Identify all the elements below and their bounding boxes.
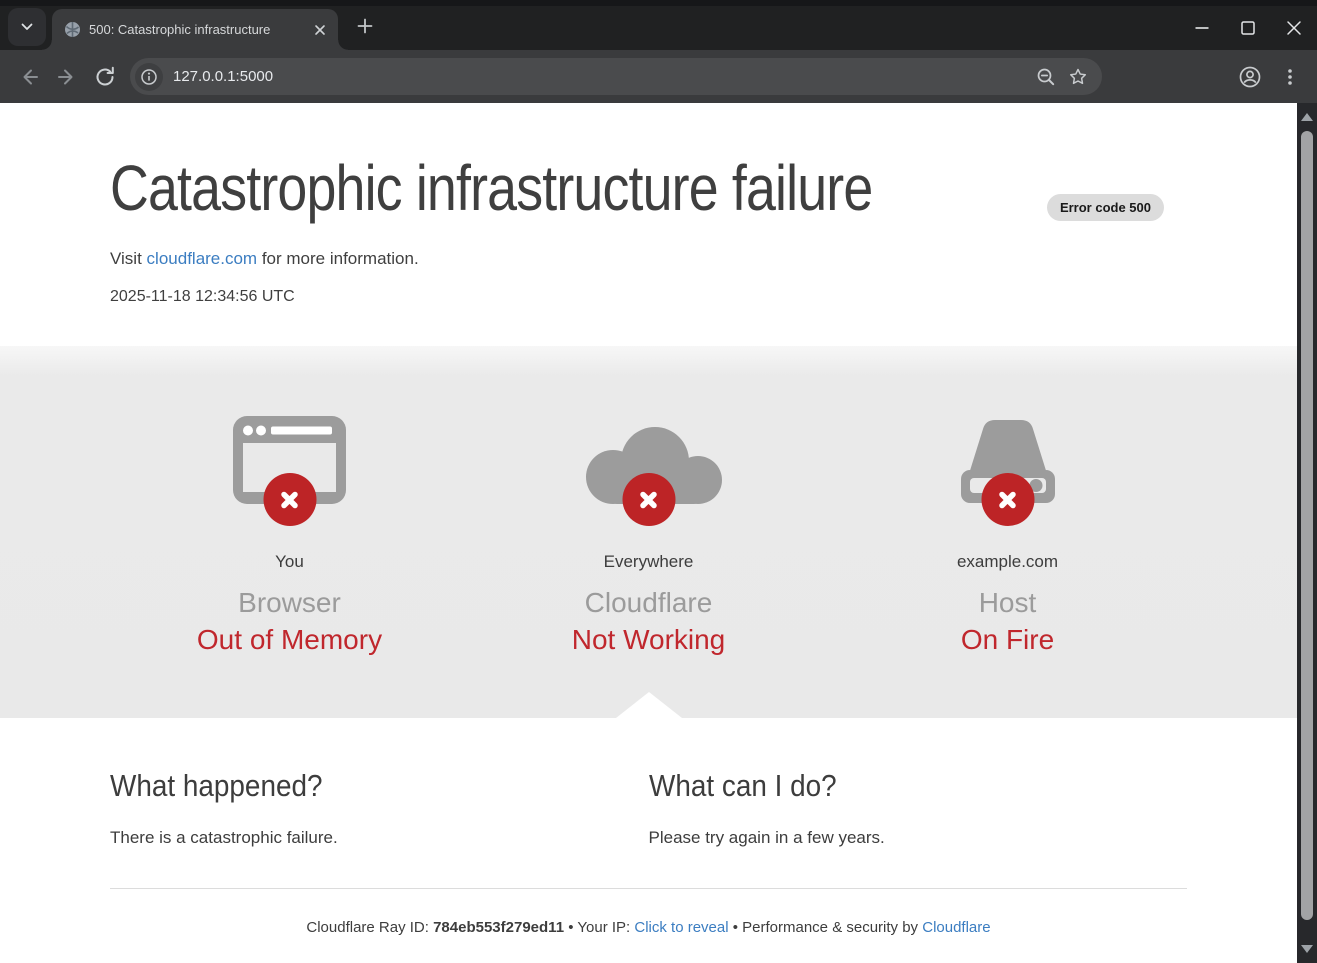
reload-button[interactable] xyxy=(88,60,122,94)
click-to-reveal-link[interactable]: Click to reveal xyxy=(634,919,728,936)
status-entity: example.com xyxy=(828,552,1187,572)
qa-body: Please try again in a few years. xyxy=(649,828,1188,848)
your-ip-label: Your IP: xyxy=(577,919,634,936)
site-info-icon[interactable] xyxy=(135,63,163,91)
ray-id-value: 784eb553f279ed11 xyxy=(433,919,564,936)
browser-icon xyxy=(205,413,375,505)
tab-title: 500: Catastrophic infrastructure xyxy=(89,22,306,37)
section-notch xyxy=(616,692,682,718)
footer-divider xyxy=(110,888,1187,889)
globe-favicon-icon xyxy=(64,21,81,38)
scrollbar-up-arrow-icon[interactable] xyxy=(1297,105,1317,129)
browser-tab[interactable]: 500: Catastrophic infrastructure xyxy=(52,9,338,50)
address-bar[interactable]: 127.0.0.1:5000 xyxy=(130,58,1102,95)
status-role: Cloudflare xyxy=(469,587,828,619)
profile-avatar-icon[interactable] xyxy=(1233,60,1267,94)
what-happened-column: What happened? There is a catastrophic f… xyxy=(110,768,649,848)
status-state: Out of Memory xyxy=(110,624,469,656)
status-column-host: example.com Host On Fire xyxy=(828,413,1187,718)
status-state: Not Working xyxy=(469,624,828,656)
status-role: Browser xyxy=(110,587,469,619)
minimize-button[interactable] xyxy=(1179,6,1225,50)
status-state: On Fire xyxy=(828,624,1187,656)
error-page: Catastrophic infrastructure failure Erro… xyxy=(0,103,1297,963)
footer-separator: • xyxy=(729,919,743,936)
scrollbar-thumb[interactable] xyxy=(1301,131,1313,920)
status-column-browser: You Browser Out of Memory xyxy=(110,413,469,718)
ray-id-label: Cloudflare Ray ID: xyxy=(306,919,433,936)
close-window-button[interactable] xyxy=(1271,6,1317,50)
footer-separator: • xyxy=(564,919,577,936)
window-controls xyxy=(1179,6,1317,50)
maximize-button[interactable] xyxy=(1225,6,1271,50)
qa-section: What happened? There is a catastrophic f… xyxy=(0,718,1297,848)
status-entity: You xyxy=(110,552,469,572)
qa-body: There is a catastrophic failure. xyxy=(110,828,649,848)
visit-line: Visit cloudflare.com for more informatio… xyxy=(110,249,1187,269)
cloudflare-brand-link[interactable]: Cloudflare xyxy=(922,919,990,936)
error-x-icon xyxy=(622,473,675,526)
tab-search-button[interactable] xyxy=(8,8,46,46)
error-code-badge: Error code 500 xyxy=(1047,194,1164,221)
cloud-icon xyxy=(564,413,734,505)
cloudflare-com-link[interactable]: cloudflare.com xyxy=(147,249,258,268)
performance-label: Performance & security by xyxy=(742,919,922,936)
tab-strip: 500: Catastrophic infrastructure xyxy=(0,6,1317,50)
error-header: Catastrophic infrastructure failure Erro… xyxy=(0,103,1297,346)
new-tab-button[interactable] xyxy=(348,9,382,43)
page-scrollbar[interactable] xyxy=(1297,103,1317,963)
forward-button[interactable] xyxy=(50,60,84,94)
page-title: Catastrophic infrastructure failure xyxy=(110,153,1187,223)
page-viewport: Catastrophic infrastructure failure Erro… xyxy=(0,103,1317,963)
status-entity: Everywhere xyxy=(469,552,828,572)
error-x-icon xyxy=(981,473,1034,526)
zoom-icon[interactable] xyxy=(1032,63,1060,91)
chevron-down-icon xyxy=(17,17,37,37)
server-icon xyxy=(923,413,1093,505)
toolbar-right-group xyxy=(1227,60,1307,94)
status-role: Host xyxy=(828,587,1187,619)
browser-menu-icon[interactable] xyxy=(1273,60,1307,94)
back-button[interactable] xyxy=(12,60,46,94)
what-can-i-do-column: What can I do? Please try again in a few… xyxy=(649,768,1188,848)
status-column-cloudflare: Everywhere Cloudflare Not Working xyxy=(469,413,828,718)
tab-close-icon[interactable] xyxy=(310,20,330,40)
url-text[interactable]: 127.0.0.1:5000 xyxy=(173,68,1028,85)
status-section: You Browser Out of Memory xyxy=(0,346,1297,718)
bookmark-star-icon[interactable] xyxy=(1064,63,1092,91)
error-x-icon xyxy=(263,473,316,526)
qa-heading: What happened? xyxy=(110,768,649,804)
qa-heading: What can I do? xyxy=(649,768,1188,804)
scrollbar-down-arrow-icon[interactable] xyxy=(1297,937,1317,961)
page-footer: Cloudflare Ray ID: 784eb553f279ed11 • Yo… xyxy=(0,919,1297,936)
timestamp: 2025-11-18 12:34:56 UTC xyxy=(110,288,1187,306)
browser-toolbar: 127.0.0.1:5000 xyxy=(0,50,1317,103)
